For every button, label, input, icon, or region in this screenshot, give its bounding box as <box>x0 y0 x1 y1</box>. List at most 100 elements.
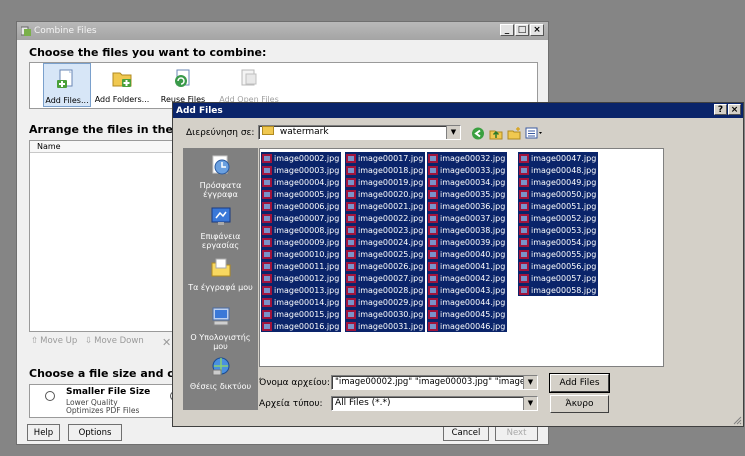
file-item[interactable]: image00002.jpg <box>261 152 342 164</box>
remove-icon[interactable]: ✕ <box>162 336 171 349</box>
file-item[interactable]: image00023.jpg <box>345 224 426 236</box>
file-item[interactable]: image00025.jpg <box>345 248 426 260</box>
file-item[interactable]: image00050.jpg <box>518 188 599 200</box>
file-item[interactable]: image00058.jpg <box>518 284 599 296</box>
maximize-button[interactable]: □ <box>515 24 529 36</box>
file-item[interactable]: image00019.jpg <box>345 176 426 188</box>
file-item[interactable]: image00021.jpg <box>345 200 426 212</box>
file-item[interactable]: image00055.jpg <box>518 248 599 260</box>
add-files-button[interactable]: Add Files... <box>43 63 91 107</box>
file-item[interactable]: image00048.jpg <box>518 164 599 176</box>
place-my-computer[interactable]: Ο Υπολογιστής μου <box>183 306 258 351</box>
file-item[interactable]: image00051.jpg <box>518 200 599 212</box>
jpg-file-icon <box>346 261 356 271</box>
help-button[interactable]: Help <box>27 424 60 441</box>
file-item[interactable]: image00053.jpg <box>518 224 599 236</box>
file-item[interactable]: image00034.jpg <box>427 176 508 188</box>
help-icon[interactable]: ? <box>714 104 727 115</box>
file-item[interactable]: image00005.jpg <box>261 188 342 200</box>
file-item[interactable]: image00040.jpg <box>427 248 508 260</box>
new-folder-icon[interactable] <box>507 127 521 140</box>
look-in-dropdown[interactable]: watermark ▼ <box>258 125 461 140</box>
file-item[interactable]: image00022.jpg <box>345 212 426 224</box>
place-network[interactable]: Θέσεις δικτύου <box>183 355 258 391</box>
file-item[interactable]: image00015.jpg <box>261 308 342 320</box>
options-button[interactable]: Options <box>68 424 122 441</box>
file-item[interactable]: image00049.jpg <box>518 176 599 188</box>
reuse-files-button[interactable]: Reuse Files <box>156 63 210 107</box>
file-list[interactable]: image00002.jpg image00003.jpg image00004.j… <box>259 148 664 367</box>
file-item[interactable]: image00057.jpg <box>518 272 599 284</box>
file-item[interactable]: image00045.jpg <box>427 308 508 320</box>
file-item[interactable]: image00047.jpg <box>518 152 599 164</box>
file-item[interactable]: image00017.jpg <box>345 152 426 164</box>
file-item[interactable]: image00037.jpg <box>427 212 508 224</box>
file-item[interactable]: image00011.jpg <box>261 260 342 272</box>
file-name: image00049.jpg <box>531 177 597 187</box>
file-item[interactable]: image00009.jpg <box>261 236 342 248</box>
file-item[interactable]: image00012.jpg <box>261 272 342 284</box>
close-button[interactable]: × <box>530 24 544 36</box>
file-item[interactable]: image00054.jpg <box>518 236 599 248</box>
resize-grip-icon[interactable] <box>732 415 742 425</box>
file-item[interactable]: image00041.jpg <box>427 260 508 272</box>
file-item[interactable]: image00008.jpg <box>261 224 342 236</box>
add-files-confirm-button[interactable]: Add Files <box>549 373 610 393</box>
file-item[interactable]: image00031.jpg <box>345 320 426 332</box>
file-item[interactable]: image00016.jpg <box>261 320 342 332</box>
jpg-file-icon <box>262 297 272 307</box>
file-item[interactable]: image00044.jpg <box>427 296 508 308</box>
move-up-button[interactable]: ⇧ Move Up <box>31 336 77 346</box>
cancel-button[interactable]: Άκυρο <box>550 395 609 413</box>
file-item[interactable]: image00042.jpg <box>427 272 508 284</box>
file-item[interactable]: image00029.jpg <box>345 296 426 308</box>
chevron-down-icon[interactable]: ▼ <box>446 126 460 139</box>
file-item[interactable]: image00018.jpg <box>345 164 426 176</box>
dialog-close-button[interactable]: × <box>728 104 741 115</box>
file-item[interactable]: image00027.jpg <box>345 272 426 284</box>
file-item[interactable]: image00038.jpg <box>427 224 508 236</box>
file-item[interactable]: image00024.jpg <box>345 236 426 248</box>
file-name: image00053.jpg <box>531 225 597 235</box>
file-name: image00029.jpg <box>358 297 424 307</box>
add-open-files-button[interactable]: Add Open Files <box>216 63 282 107</box>
filename-dropdown-icon[interactable]: ▼ <box>523 376 537 389</box>
file-item[interactable]: image00026.jpg <box>345 260 426 272</box>
minimize-button[interactable]: _ <box>500 24 514 36</box>
file-item[interactable]: image00010.jpg <box>261 248 342 260</box>
view-menu-icon[interactable] <box>525 127 545 140</box>
file-item[interactable]: image00006.jpg <box>261 200 342 212</box>
file-item[interactable]: image00039.jpg <box>427 236 508 248</box>
file-type-dropdown[interactable]: All Files (*.*) ▼ <box>331 396 538 411</box>
place-desktop[interactable]: Επιφάνεια εργασίας <box>183 205 258 250</box>
jpg-file-icon <box>346 237 356 247</box>
file-item[interactable]: image00013.jpg <box>261 284 342 296</box>
place-my-documents[interactable]: Τα έγγραφά μου <box>183 256 258 292</box>
add-folders-button[interactable]: Add Folders... <box>92 63 152 107</box>
up-folder-icon[interactable] <box>489 127 503 140</box>
file-item[interactable]: image00030.jpg <box>345 308 426 320</box>
filetype-chevron-down-icon[interactable]: ▼ <box>523 397 537 410</box>
file-item[interactable]: image00035.jpg <box>427 188 508 200</box>
file-item[interactable]: image00020.jpg <box>345 188 426 200</box>
file-item[interactable]: image00004.jpg <box>261 176 342 188</box>
file-name-input[interactable]: "image00002.jpg" "image00003.jpg" "image… <box>331 375 538 390</box>
file-item[interactable]: image00052.jpg <box>518 212 599 224</box>
file-item[interactable]: image00028.jpg <box>345 284 426 296</box>
place-recent[interactable]: Πρόσφατα έγγραφα <box>183 154 258 199</box>
file-item[interactable]: image00043.jpg <box>427 284 508 296</box>
file-item[interactable]: image00036.jpg <box>427 200 508 212</box>
file-name: image00015.jpg <box>274 309 340 319</box>
file-name: image00042.jpg <box>440 273 506 283</box>
file-item[interactable]: image00056.jpg <box>518 260 599 272</box>
smaller-size-radio[interactable] <box>45 391 55 401</box>
move-down-button[interactable]: ⇩ Move Down <box>85 336 144 346</box>
file-item[interactable]: image00032.jpg <box>427 152 508 164</box>
file-item[interactable]: image00003.jpg <box>261 164 342 176</box>
file-item[interactable]: image00033.jpg <box>427 164 508 176</box>
file-item[interactable]: image00014.jpg <box>261 296 342 308</box>
file-name: image00037.jpg <box>440 213 506 223</box>
back-icon[interactable] <box>471 127 485 140</box>
file-item[interactable]: image00007.jpg <box>261 212 342 224</box>
file-item[interactable]: image00046.jpg <box>427 320 508 332</box>
